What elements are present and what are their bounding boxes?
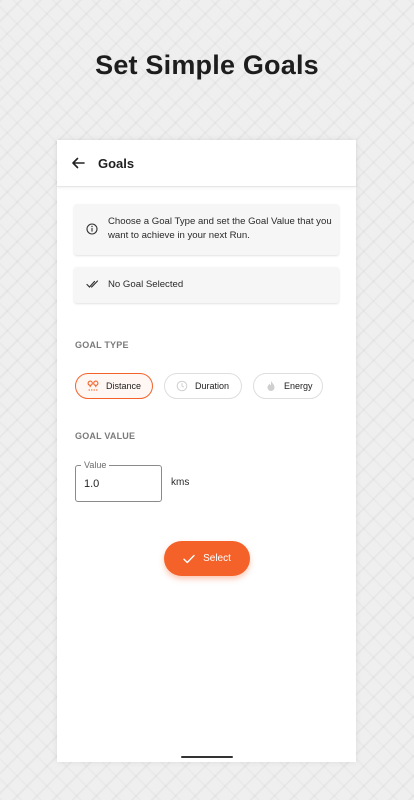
goal-value-label: GOAL VALUE bbox=[75, 431, 136, 441]
select-button[interactable]: Select bbox=[164, 541, 250, 576]
chip-duration[interactable]: Duration bbox=[164, 373, 242, 399]
app-screen: Goals Choose a Goal Type and set the Goa… bbox=[57, 140, 356, 762]
back-button[interactable] bbox=[67, 152, 89, 174]
flame-icon bbox=[265, 380, 277, 392]
goal-value-text[interactable]: 1.0 bbox=[84, 478, 99, 490]
double-check-icon bbox=[86, 280, 99, 288]
select-button-label: Select bbox=[203, 553, 231, 564]
headline: Set Simple Goals bbox=[95, 50, 319, 80]
chip-energy[interactable]: Energy bbox=[253, 373, 323, 399]
info-icon bbox=[86, 223, 98, 235]
distance-pins-icon bbox=[87, 380, 99, 392]
goal-value-input[interactable]: 1.0 bbox=[75, 465, 162, 502]
arrow-left-icon bbox=[72, 157, 85, 169]
goal-value-field-label: Value bbox=[81, 460, 110, 470]
goal-value-unit: kms bbox=[171, 477, 190, 488]
clock-icon bbox=[176, 380, 188, 392]
check-icon bbox=[183, 554, 195, 564]
goal-status-text: No Goal Selected bbox=[108, 279, 184, 290]
info-card: Choose a Goal Type and set the Goal Valu… bbox=[74, 204, 339, 255]
chip-distance[interactable]: Distance bbox=[75, 373, 153, 399]
page-title: Goals bbox=[98, 156, 135, 171]
goal-type-label: GOAL TYPE bbox=[75, 340, 129, 350]
app-bar: Goals bbox=[57, 140, 356, 187]
home-indicator[interactable] bbox=[181, 756, 233, 758]
chip-energy-label: Energy bbox=[284, 381, 313, 391]
goal-status-card: No Goal Selected bbox=[74, 267, 339, 303]
chip-duration-label: Duration bbox=[195, 381, 230, 391]
chip-distance-label: Distance bbox=[106, 381, 142, 391]
info-text: Choose a Goal Type and set the Goal Valu… bbox=[108, 216, 332, 241]
